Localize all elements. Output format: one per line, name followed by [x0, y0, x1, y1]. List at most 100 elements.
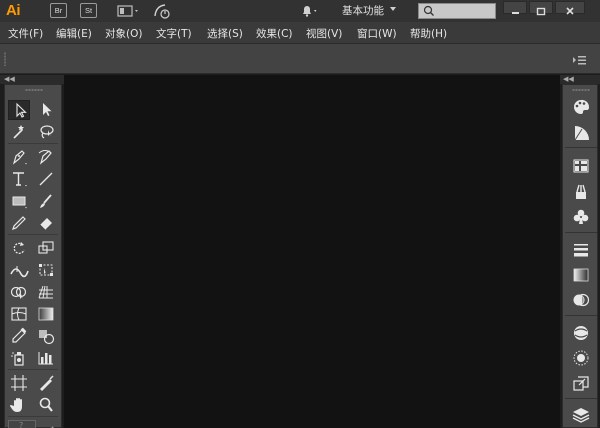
rotate-icon [13, 242, 25, 254]
chevron-down-icon[interactable] [390, 7, 396, 11]
double-chevron-left-icon[interactable]: ◀◀ [4, 76, 15, 83]
line-icon [39, 172, 53, 186]
tools-divider [8, 369, 58, 370]
menu-object[interactable]: 对象(O) [105, 26, 142, 41]
lasso-tool[interactable] [35, 122, 57, 142]
fill-stroke-swatch[interactable]: ? [8, 420, 36, 428]
dock-divider [565, 398, 597, 399]
rectangle-tool[interactable] [8, 191, 30, 211]
swatches-panel-icon[interactable] [570, 156, 592, 176]
pen-nib-icon [12, 150, 27, 165]
symbols-panel-icon[interactable] [570, 207, 592, 227]
symbol-sprayer-tool[interactable] [8, 348, 30, 368]
line-segment-tool[interactable] [35, 169, 57, 189]
gradient-panel-icon[interactable] [570, 265, 592, 285]
width-tool[interactable] [8, 260, 30, 280]
minimize-icon [512, 12, 519, 14]
control-bar-grip[interactable] [4, 52, 6, 66]
control-bar [0, 44, 600, 74]
scale-tool[interactable] [35, 238, 57, 258]
gradient-icon [38, 307, 54, 321]
brushes-panel-icon[interactable] [570, 182, 592, 202]
menu-window[interactable]: 窗口(W) [357, 26, 397, 41]
control-bar-menu-icon[interactable] [572, 52, 588, 66]
menu-view[interactable]: 视图(V) [306, 26, 342, 41]
menu-select[interactable]: 选择(S) [207, 26, 243, 41]
unknown-color-icon: ? [19, 421, 24, 428]
minimize-button[interactable] [503, 1, 527, 14]
shape-builder-icon [10, 286, 27, 300]
hand-tool[interactable] [8, 395, 30, 415]
maximize-icon [536, 7, 546, 16]
free-transform-tool[interactable] [35, 260, 57, 280]
dock-collapse-strip[interactable]: ◀◀ [560, 75, 600, 84]
eraser-tool[interactable] [35, 213, 57, 233]
appearance-panel-icon[interactable] [570, 323, 592, 343]
gpu-performance-icon[interactable] [152, 2, 172, 20]
asset-export-panel-icon[interactable] [570, 373, 592, 393]
menu-effect[interactable]: 效果(C) [256, 26, 293, 41]
panel-dock-grip[interactable] [572, 89, 590, 91]
dock-divider [565, 232, 597, 233]
mesh-tool[interactable] [8, 304, 30, 324]
direct-selection-tool[interactable] [35, 100, 57, 120]
type-tool[interactable] [8, 169, 30, 189]
notifications-icon[interactable] [298, 2, 322, 20]
menu-file[interactable]: 文件(F) [8, 26, 43, 41]
swap-fill-stroke-icon[interactable] [45, 421, 55, 428]
arrange-documents-icon[interactable] [116, 2, 142, 20]
panel-dock [562, 84, 598, 428]
double-chevron-left-icon[interactable]: ◀◀ [563, 76, 574, 83]
color-panel-icon[interactable] [570, 97, 592, 117]
gradient-tool[interactable] [35, 304, 57, 324]
dock-divider [565, 315, 597, 316]
shape-builder-tool[interactable] [8, 282, 30, 302]
tools-divider [8, 416, 58, 417]
layers-panel-icon[interactable] [570, 405, 592, 425]
width-icon [10, 266, 29, 278]
selection-tool[interactable] [8, 100, 30, 120]
magic-wand-tool[interactable] [8, 122, 30, 142]
color-guide-panel-icon[interactable] [570, 123, 592, 143]
menu-edit[interactable]: 编辑(E) [56, 26, 92, 41]
stock-button[interactable]: St [80, 3, 97, 18]
magic-wand-icon [13, 125, 24, 139]
perspective-grid-tool[interactable] [35, 282, 57, 302]
slice-tool[interactable] [35, 373, 57, 393]
search-input[interactable] [418, 3, 496, 19]
scale-icon [38, 241, 54, 254]
zoom-tool[interactable] [35, 395, 57, 415]
eyedropper-tool[interactable] [8, 326, 30, 346]
artboard-tool[interactable] [8, 373, 30, 393]
hand-icon [10, 398, 22, 412]
rotate-tool[interactable] [8, 238, 30, 258]
pen-tool[interactable] [8, 147, 30, 167]
close-button[interactable] [555, 1, 585, 15]
document-canvas[interactable] [64, 75, 560, 428]
column-graph-icon [38, 352, 53, 365]
column-graph-tool[interactable] [35, 348, 57, 368]
symbol-sprayer-icon [11, 352, 24, 366]
selection-arrow-icon [16, 102, 27, 118]
eraser-icon [39, 218, 52, 231]
tools-panel-grip[interactable] [25, 89, 43, 91]
menu-type[interactable]: 文字(T) [156, 26, 192, 41]
stroke-panel-icon[interactable] [570, 240, 592, 260]
tools-divider [8, 234, 58, 235]
toolbar-collapse-strip[interactable]: ◀◀ [0, 75, 64, 84]
workspace-switcher[interactable]: 基本功能 [342, 3, 384, 18]
transparency-panel-icon[interactable] [570, 290, 592, 310]
direct-selection-arrow-icon [43, 103, 52, 116]
graphic-styles-panel-icon[interactable] [570, 348, 592, 368]
curvature-tool[interactable] [35, 147, 57, 167]
paintbrush-tool[interactable] [35, 191, 57, 211]
menu-bar: 文件(F) 编辑(E) 对象(O) 文字(T) 选择(S) 效果(C) 视图(V… [0, 22, 600, 44]
eyedropper-icon [12, 327, 27, 343]
app-logo: Ai [6, 2, 21, 19]
bridge-button[interactable]: Br [50, 3, 67, 18]
blend-tool[interactable] [35, 326, 57, 346]
curvature-pen-icon [38, 150, 52, 165]
maximize-button[interactable] [529, 1, 553, 16]
pencil-tool[interactable] [8, 213, 30, 233]
menu-help[interactable]: 帮助(H) [410, 26, 447, 41]
